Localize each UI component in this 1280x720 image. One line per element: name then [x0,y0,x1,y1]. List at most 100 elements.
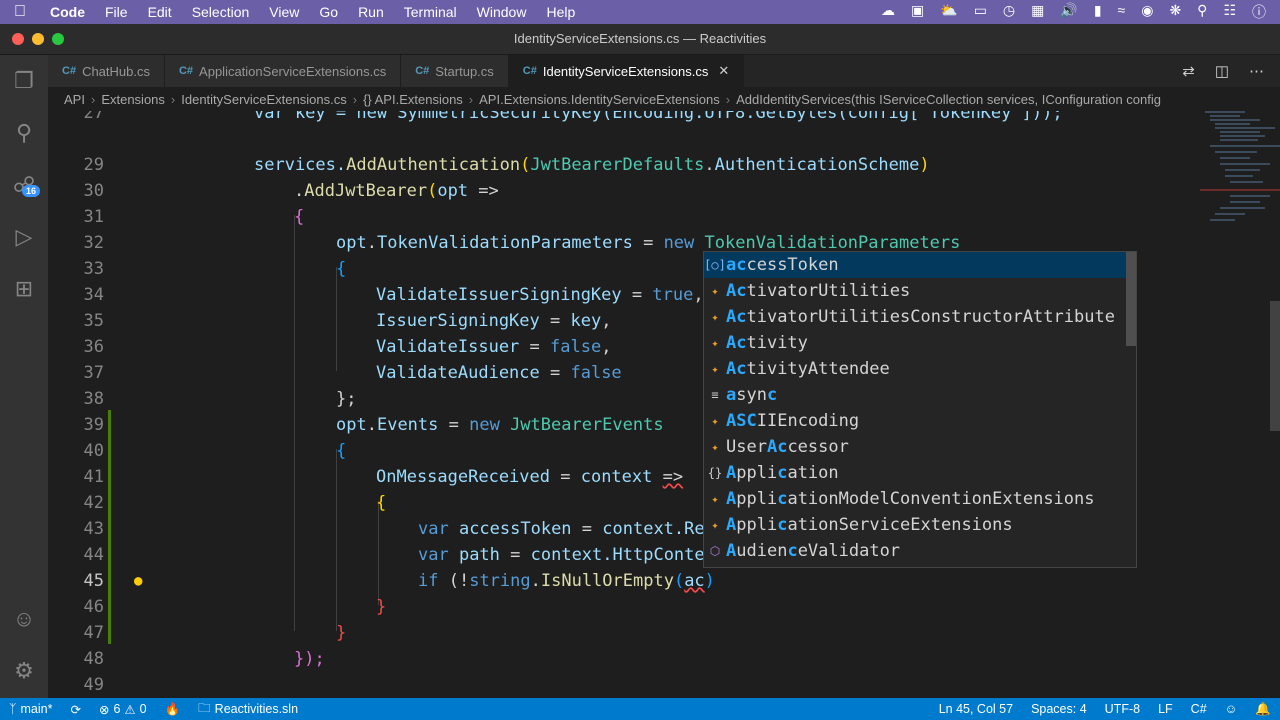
class-icon: ✦ [711,336,719,350]
cursor-position[interactable]: Ln 45, Col 57 [930,702,1022,717]
class-icon: ✦ [711,284,719,298]
menu-view[interactable]: View [259,4,309,20]
suggestion-item[interactable]: ✦ User Ac cessor [704,434,1136,460]
class-icon: ✦ [711,414,719,428]
problems-indicator[interactable]: ⊗ 6 ⚠ 0 [90,702,156,717]
tab-chathub[interactable]: C# ChatHub.cs [48,55,165,87]
error-icon: ⊗ [98,702,110,717]
breadcrumb-item[interactable]: AddIdentityServices(this IServiceCollect… [736,92,1161,107]
menu-go[interactable]: Go [309,4,348,20]
menu-edit[interactable]: Edit [138,4,182,20]
code-line: 48}); [83,649,325,669]
gear-icon[interactable]: ⚙ [0,645,48,697]
menu-window[interactable]: Window [467,4,537,20]
lightbulb-icon[interactable]: ● [134,568,142,594]
menu-app-name[interactable]: Code [40,4,95,20]
suggestions-scrollbar[interactable] [1126,252,1136,346]
end-of-line[interactable]: LF [1149,702,1182,717]
menu-terminal[interactable]: Terminal [394,4,467,20]
code-line: 29 services.AddAuthentication(JwtBearerDe… [83,155,930,175]
close-tab-icon[interactable]: ✕ [718,63,729,79]
chevron-right-icon: › [90,91,96,107]
csharp-file-icon: C# [62,65,77,77]
suggestion-item[interactable]: ✦ Ac tivity [704,330,1136,356]
battery-icon[interactable]: ▮ [1094,2,1102,22]
solution-selector[interactable]: 🗀 Reactivities.sln [189,699,307,720]
status-bar: ᛉ main* ⟳ ⊗ 6 ⚠ 0 🔥 🗀 Reactivities.sln Ln 45,… [0,698,1280,720]
omnisharp-icon[interactable]: 🔥 [156,702,190,717]
menu-run[interactable]: Run [348,4,394,20]
cloud-icon[interactable]: ☁ [881,2,895,22]
class-icon: ✦ [711,440,719,454]
suggestion-item[interactable]: ⬡ Audien c eValidator [704,538,1136,564]
git-branch[interactable]: ᛉ main* [0,702,61,716]
spotlight-search-icon[interactable]: ⚲ [1197,2,1207,22]
breadcrumb-item[interactable]: {} API.Extensions [363,92,463,107]
control-center-icon[interactable]: ☷ [1223,2,1236,22]
menu-selection[interactable]: Selection [182,4,260,20]
minimap[interactable] [1160,111,1280,698]
tab-startup[interactable]: C# Startup.cs [401,55,509,87]
language-mode[interactable]: C# [1182,702,1216,717]
more-actions-icon[interactable]: ⋯ [1249,62,1264,80]
window-title-bar: IdentityServiceExtensions.cs — Reactivit… [0,24,1280,55]
tab-application-service-extensions[interactable]: C# ApplicationServiceExtensions.cs [164,55,402,87]
source-control-icon[interactable]: ☍ 16 [0,159,48,211]
explorer-icon[interactable]: ❐ [0,55,48,107]
user-icon[interactable]: ◉ [1141,2,1153,22]
chevron-right-icon: › [468,91,474,107]
notification-icon[interactable]: ⓘ [1252,2,1266,22]
suggestion-item[interactable]: ≡ a syn c [704,382,1136,408]
menu-help[interactable]: Help [536,4,585,20]
encoding[interactable]: UTF-8 [1096,702,1149,717]
tab-identity-service-extensions[interactable]: C# IdentityServiceExtensions.cs ✕ [508,55,745,87]
keyword-icon: ≡ [711,388,719,402]
minimap-preview [1200,111,1280,431]
class-icon: ✦ [711,310,719,324]
breadcrumb-item[interactable]: Extensions [101,92,165,107]
code-line: 27 var key = new SymmetricSecurityKey(Enc… [83,111,1063,123]
class-icon: ✦ [711,492,719,506]
suggestion-item[interactable]: {} Appli c ation [704,460,1136,486]
csharp-file-icon: C# [415,65,430,77]
split-editor-icon[interactable]: ◫ [1215,62,1229,80]
volume-icon[interactable]: 🔊 [1060,2,1077,22]
feedback-icon[interactable]: ☺ [1216,702,1247,717]
extensions-icon[interactable]: ⊞ [0,263,48,315]
menu-file[interactable]: File [95,4,138,20]
suggestion-item[interactable]: ✦ Ac tivatorUtilities [704,278,1136,304]
weather-icon[interactable]: ⛅ [940,2,957,22]
suggestion-item[interactable]: ✦ A S C IIEncoding [704,408,1136,434]
source-control-badge: 16 [21,185,40,197]
code-line: 49 [83,675,104,695]
suggestion-item[interactable]: ✦ Ac tivatorUtilitiesConstructorAttribute [704,304,1136,330]
account-icon[interactable]: ☺ [0,593,48,645]
open-changes-icon[interactable]: ⇄ [1182,62,1195,80]
apple-menu-icon[interactable]:  [0,3,40,21]
sync-icon: ⟳ [70,702,81,717]
breadcrumb-item[interactable]: IdentityServiceExtensions.cs [181,92,346,107]
window-manager-icon[interactable]: ▦ [1031,2,1044,22]
macos-menu-bar:  Code File Edit Selection View Go Run T… [0,0,1280,24]
tab-label: ApplicationServiceExtensions.cs [199,63,387,79]
tab-label: Startup.cs [435,63,494,79]
class-icon: ✦ [711,518,719,532]
clock-icon[interactable]: ◷ [1003,2,1015,22]
suggestion-item[interactable]: ✦ Appli c ationModelConventionExtensions [704,486,1136,512]
settings-icon[interactable]: ❋ [1169,2,1181,22]
sync-button[interactable]: ⟳ [61,702,89,717]
bell-icon[interactable]: 🔔 [1246,702,1280,717]
breadcrumb-item[interactable]: API [64,92,85,107]
search-icon[interactable]: ⚲ [0,107,48,159]
class-icon: ✦ [711,362,719,376]
suggestion-item[interactable]: [○] ac cessToken [704,252,1136,278]
display-icon[interactable]: ▭ [974,2,987,22]
suggestion-item[interactable]: ✦ Appli c ationServiceExtensions [704,512,1136,538]
run-debug-icon[interactable]: ▷ [0,211,48,263]
indentation[interactable]: Spaces: 4 [1022,702,1096,717]
csharp-file-icon: C# [178,65,194,77]
suggestion-item[interactable]: ✦ Ac tivityAttendee [704,356,1136,382]
breadcrumb-item[interactable]: API.Extensions.IdentityServiceExtensions [479,92,720,107]
wifi-icon[interactable]: ≈ [1118,2,1126,22]
screen-record-icon[interactable]: ▣ [911,2,924,22]
